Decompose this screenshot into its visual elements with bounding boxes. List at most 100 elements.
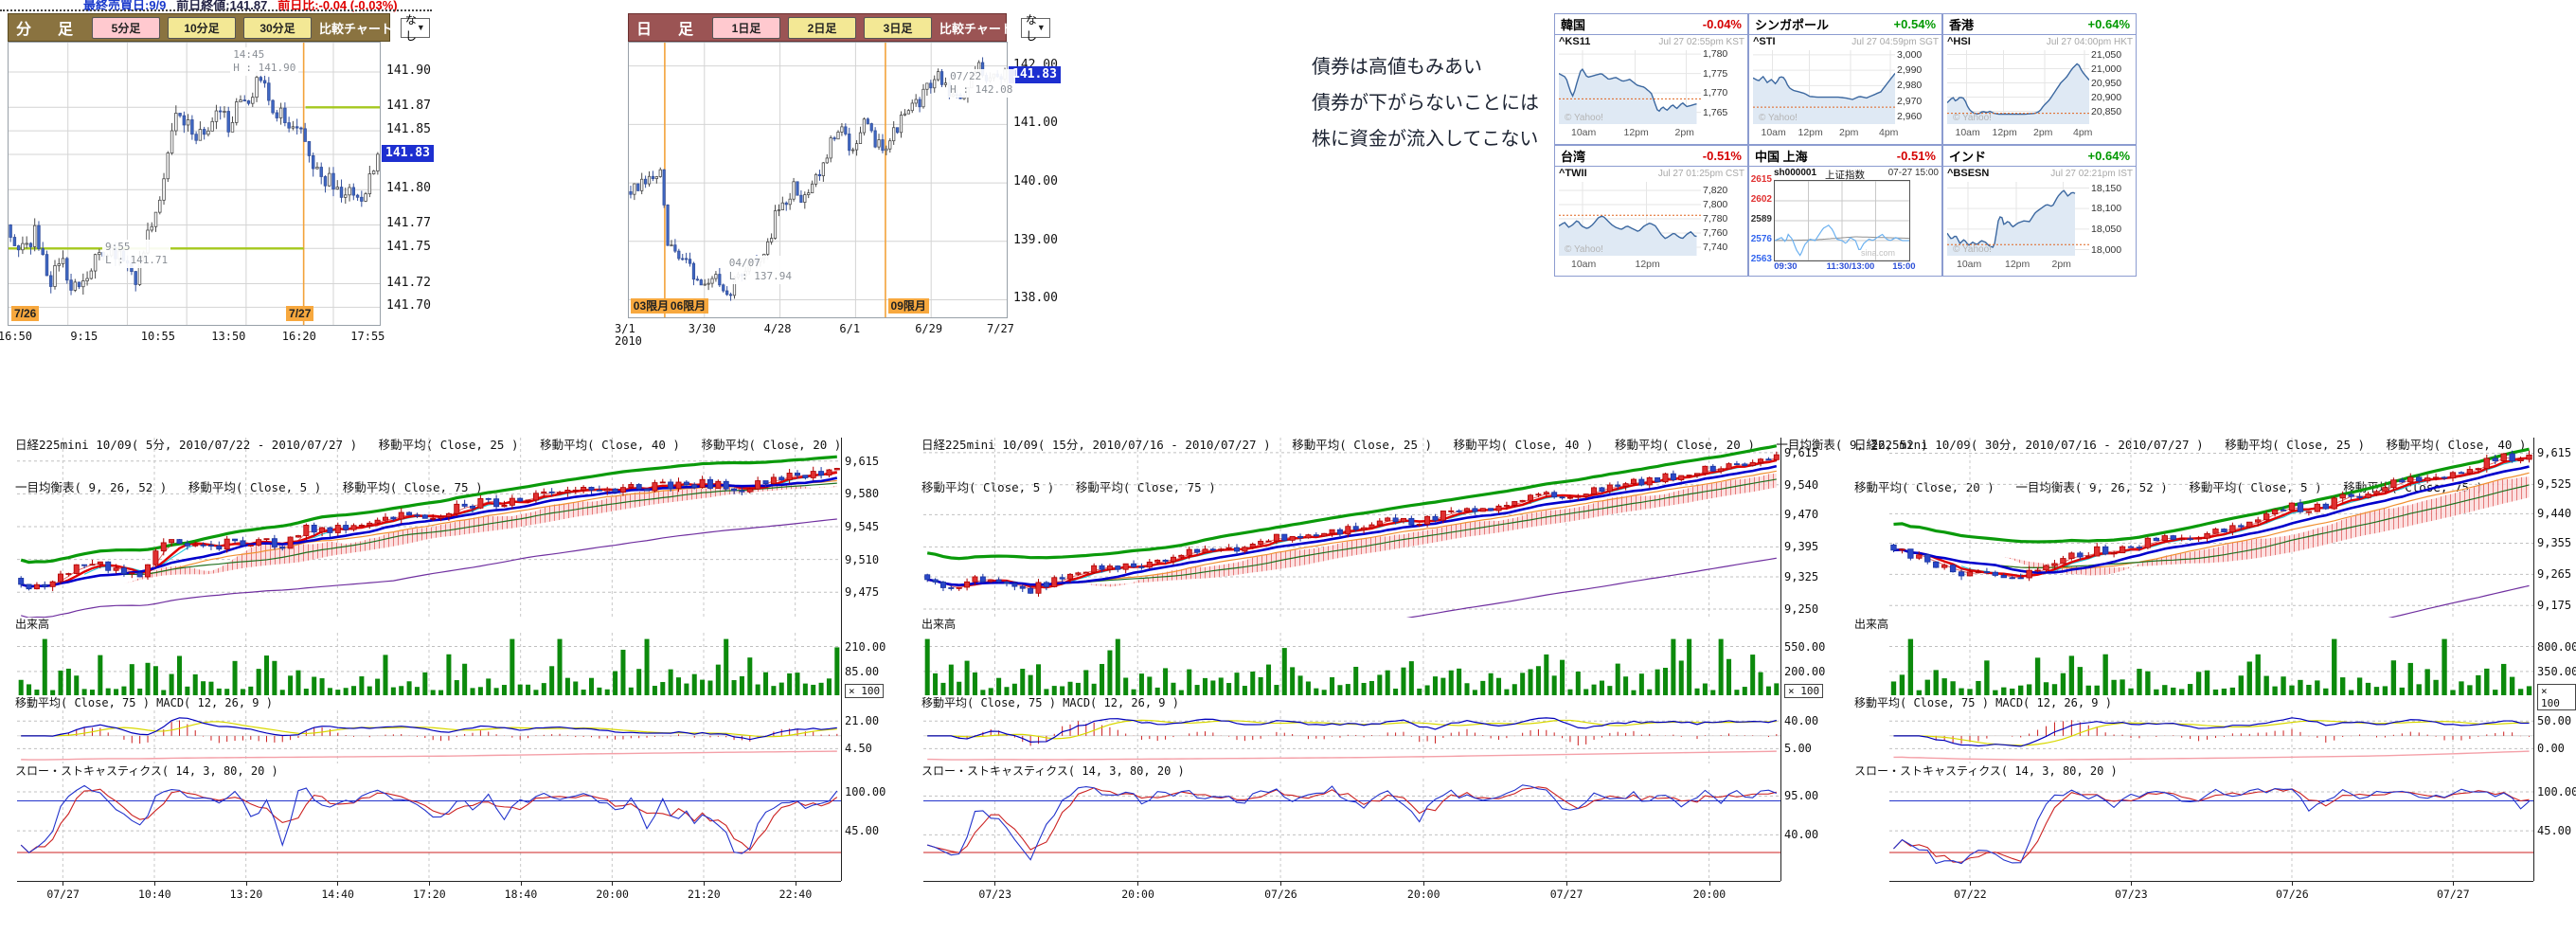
x-axis-tick-mark — [1137, 881, 1138, 886]
market-chart: ^BSESNJul 27 02:21pm IST© Yahoo!18,15018… — [1943, 167, 2136, 277]
x-axis-tick: 4pm — [2073, 127, 2092, 138]
x-axis-tick: 4pm — [1879, 127, 1898, 138]
tab-1day[interactable]: 1日足 — [712, 17, 780, 39]
y-axis-tick: 9,265 — [2537, 567, 2571, 581]
tab-30min[interactable]: 30分足 — [243, 17, 312, 39]
volume-label: 出来高 — [921, 618, 956, 631]
market-panel-taiwan[interactable]: 台湾-0.51% ^TWIIJul 27 01:25pm CST© Yahoo!… — [1554, 145, 1748, 277]
quote-timestamp: Jul 27 02:55pm KST — [1658, 37, 1744, 47]
dropdown-caret-icon: ▼ — [417, 23, 425, 32]
tab-2day[interactable]: 2日足 — [788, 17, 856, 39]
y-axis-tick: 2,980 — [1897, 80, 1922, 91]
x-axis-tick: 17:20 — [413, 888, 446, 901]
volume-scale-box: × 100 — [2537, 684, 2576, 710]
x-axis-tick-mark — [154, 881, 155, 886]
y-axis-line — [841, 438, 842, 881]
x-axis-tick: 10:40 — [138, 888, 171, 901]
x-axis-tick: 10am — [1571, 127, 1596, 138]
market-panel-singapore[interactable]: シンガポール+0.54% ^STIJul 27 04:59pm SGT© Yah… — [1748, 13, 1942, 145]
session-label: 7/27 — [286, 306, 313, 321]
y-axis-tick: 7,780 — [1703, 213, 1727, 224]
y-axis-tick: 18,000 — [2091, 244, 2121, 256]
y-axis-tick: 9,325 — [1784, 570, 1818, 583]
minute-chart-header: 分 足 5分足 10分足 30分足 比較チャート なし ▼ — [8, 13, 390, 42]
y-axis-tick: 4.50 — [845, 742, 872, 755]
compare-chart-select[interactable]: なし ▼ — [401, 18, 430, 38]
x-axis-tick-mark — [1423, 881, 1424, 886]
y-axis-tick: 1,780 — [1703, 48, 1727, 60]
quote-timestamp: 07-27 15:00 — [1888, 168, 1939, 178]
x-axis-tick: 13:20 — [230, 888, 263, 901]
current-price-box: 141.83 — [1009, 66, 1061, 83]
stochastics-label: スロー・ストキャスティクス( 14, 3, 80, 20 ) — [1854, 764, 2118, 778]
ticker-symbol: ^BSESN — [1947, 168, 1989, 179]
x-axis-tick: 14:40 — [321, 888, 354, 901]
ticker-symbol: ^STI — [1753, 36, 1776, 47]
x-axis-tick: 12pm — [1624, 127, 1649, 138]
x-axis-tick: 07/27 — [46, 888, 80, 901]
x-axis-tick: 20:00 — [596, 888, 629, 901]
y-axis-tick: 210.00 — [845, 640, 886, 654]
chart-canvas — [17, 438, 841, 618]
x-axis-tick-mark — [429, 881, 430, 886]
x-axis-tick-mark — [2292, 881, 2293, 886]
x-axis-tick: 20:00 — [1121, 888, 1154, 901]
market-panel-shanghai[interactable]: 中国 上海-0.51% sh000001上证指数07-27 15:0026152… — [1748, 145, 1942, 277]
y-axis-tick: 2602 — [1749, 194, 1772, 205]
quote-timestamp: Jul 27 04:00pm HKT — [2047, 37, 2133, 47]
market-chart: ^HSIJul 27 04:00pm HKT© Yahoo!21,05021,0… — [1943, 35, 2136, 145]
y-axis-tick: 18,150 — [2091, 183, 2121, 194]
x-axis-tick: 17:55 — [350, 330, 385, 343]
watermark: © Yahoo! — [1953, 113, 1992, 123]
y-axis-tick: 18,100 — [2091, 203, 2121, 214]
x-axis-tick: 12pm — [1798, 127, 1823, 138]
y-axis-tick: 9,355 — [2537, 536, 2571, 549]
y-axis-tick: 9,175 — [2537, 599, 2571, 612]
volume-label: 出来高 — [1854, 618, 1888, 631]
y-axis-tick: 141.85 — [386, 122, 431, 137]
x-axis-tick-mark — [521, 881, 522, 886]
world-markets-grid: 韓国-0.04% ^KS11Jul 27 02:55pm KST© Yahoo!… — [1554, 13, 2138, 278]
y-axis-tick: 7,760 — [1703, 227, 1727, 239]
x-axis-tick-mark — [1970, 881, 1971, 886]
y-axis-tick: 20,900 — [2091, 92, 2121, 103]
y-axis-tick: 100.00 — [845, 785, 886, 798]
memo-line: 株に資金が流入してこない — [1312, 121, 1539, 157]
chart-canvas — [17, 710, 841, 763]
market-panel-korea[interactable]: 韓国-0.04% ^KS11Jul 27 02:55pm KST© Yahoo!… — [1554, 13, 1748, 145]
tab-3day[interactable]: 3日足 — [864, 17, 932, 39]
x-axis-line — [1889, 881, 2533, 882]
y-axis-tick: 1,765 — [1703, 107, 1727, 118]
y-axis-tick: 141.70 — [386, 298, 431, 314]
y-axis-tick: 9,580 — [845, 487, 879, 500]
y-axis-tick: 2615 — [1749, 174, 1772, 185]
compare-chart-select[interactable]: なし ▼ — [1021, 18, 1050, 38]
y-axis-tick: 1,775 — [1703, 68, 1727, 80]
current-price-box: 141.83 — [382, 145, 434, 162]
x-axis-tick: 22:40 — [779, 888, 813, 901]
chart-annotation: 14:45 H : 141.90 — [230, 47, 298, 76]
memo-line: 債券が下がらないことには — [1312, 85, 1539, 121]
y-axis-tick: 7,820 — [1703, 185, 1727, 196]
y-axis-tick: 800.00 — [2537, 640, 2576, 654]
quote-timestamp: Jul 27 01:25pm CST — [1658, 169, 1744, 179]
watermark: sina.com — [1861, 248, 1895, 258]
compare-chart-label: 比較チャート — [939, 19, 1013, 37]
chart-canvas — [1889, 438, 2533, 618]
y-axis-tick: 9,615 — [2537, 446, 2571, 459]
tab-5min[interactable]: 5分足 — [92, 17, 160, 39]
macd-label: 移動平均( Close, 75 ) MACD( 12, 26, 9 ) — [15, 696, 273, 709]
chart-annotation: 04/07 L : 137.94 — [726, 256, 795, 284]
market-panel-hongkong[interactable]: 香港+0.64% ^HSIJul 27 04:00pm HKT© Yahoo!2… — [1942, 13, 2137, 145]
x-axis-tick: 20:00 — [1407, 888, 1440, 901]
x-axis-tick: 6/29 — [915, 322, 942, 335]
x-axis-tick: 7/27 — [987, 322, 1014, 335]
market-chart: ^STIJul 27 04:59pm SGT© Yahoo!3,0002,990… — [1749, 35, 1941, 145]
minute-chart-plot: 141.90141.87141.85141.80141.77141.75141.… — [8, 42, 436, 354]
y-axis-tick: 550.00 — [1784, 640, 1825, 654]
market-panel-india[interactable]: インド+0.64% ^BSESNJul 27 02:21pm IST© Yaho… — [1942, 145, 2137, 277]
tab-10min[interactable]: 10分足 — [168, 17, 236, 39]
x-axis-tick-mark — [994, 881, 995, 886]
chart-canvas — [1889, 633, 2533, 695]
x-axis-tick: 4/28 — [764, 322, 792, 335]
